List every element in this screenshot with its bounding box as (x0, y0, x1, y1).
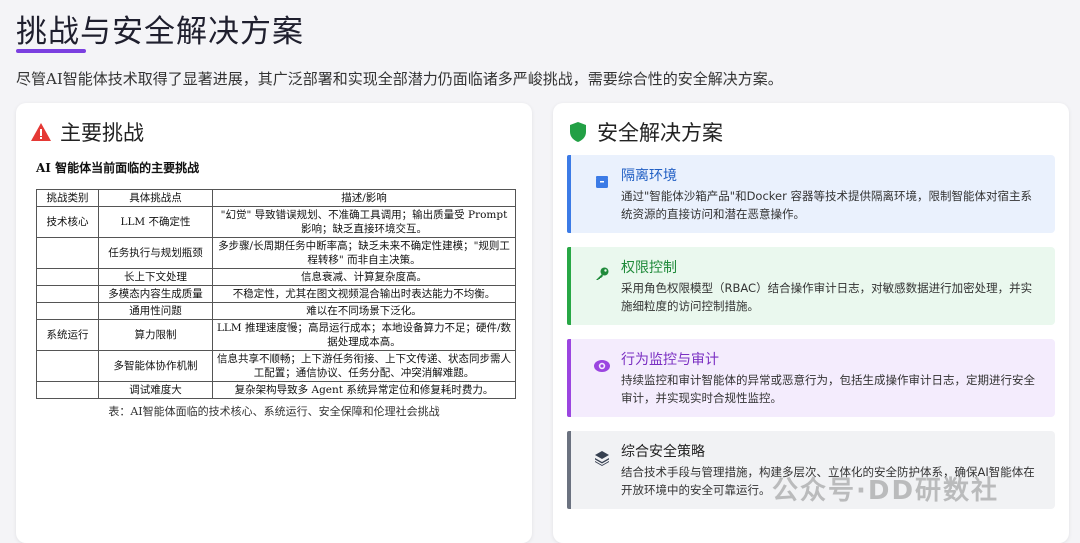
solution-title: 综合安全策略 (621, 444, 705, 460)
solution-isolation: 隔离环境 通过"智能体沙箱产品"和Docker 容器等技术提供隔离环境，限制智能… (567, 155, 1055, 233)
desc-cell: LLM 推理速度慢；高昂运行成本；本地设备算力不足；硬件/数据处理成本高。 (212, 319, 516, 351)
category-cell (36, 268, 99, 286)
shield-icon (567, 121, 589, 143)
solution-permission: 权限控制 采用角色权限模型（RBAC）结合操作审计日志，对敏感数据进行加密处理，… (567, 247, 1055, 325)
challenges-heading: 主要挑战 (60, 121, 144, 145)
solution-monitoring: 行为监控与审计 持续监控和审计智能体的异常或恶意行为，包括生成操作审计日志，定期… (567, 339, 1055, 417)
table-header-row: 挑战类别 具体挑战点 描述/影响 (36, 189, 516, 207)
challenges-card: 主要挑战 AI 智能体当前面临的主要挑战 挑战类别 具体挑战点 描述/影响 技术… (16, 103, 532, 543)
key-icon (589, 261, 615, 287)
category-cell (36, 237, 99, 269)
desc-cell: 信息共享不顺畅；上下游任务衔接、上下文传递、状态同步需人工配置；通信协议、任务分… (212, 350, 516, 382)
category-cell (36, 350, 99, 382)
table-row: 多模态内容生成质量 不稳定性，尤其在图文视频混合输出时表达能力不均衡。 (36, 285, 516, 303)
table-row: 长上下文处理 信息衰减、计算复杂度高。 (36, 268, 516, 286)
box-icon (589, 169, 615, 195)
point-cell: LLM 不确定性 (98, 206, 213, 238)
solution-title: 隔离环境 (621, 168, 677, 184)
point-cell: 任务执行与规划瓶颈 (98, 237, 213, 269)
table-row: 技术核心 LLM 不确定性 "幻觉" 导致错误规划、不准确工具调用；输出质量受 … (36, 206, 516, 238)
category-cell (36, 285, 99, 303)
point-cell: 算力限制 (98, 319, 213, 351)
page-title: 挑战与安全解决方案 (16, 14, 304, 50)
watermark: 公众号·DD研数社 (772, 476, 1000, 506)
solution-title: 权限控制 (621, 260, 677, 276)
table-row: 通用性问题 难以在不同场景下泛化。 (36, 302, 516, 320)
category-cell: 技术核心 (36, 206, 99, 238)
desc-cell: 不稳定性，尤其在图文视频混合输出时表达能力不均衡。 (212, 285, 516, 303)
solution-desc: 通过"智能体沙箱产品"和Docker 容器等技术提供隔离环境，限制智能体对宿主系… (621, 189, 1032, 221)
solution-title: 行为监控与审计 (621, 352, 719, 368)
column-header: 挑战类别 (36, 189, 99, 207)
solution-desc: 持续监控和审计智能体的异常或恶意行为，包括生成操作审计日志，定期进行安全审计，并… (621, 373, 1035, 405)
desc-cell: 多步骤/长周期任务中断率高；缺乏未来不确定性建模；"规则工程转移" 而非自主决策… (212, 237, 516, 269)
point-cell: 多智能体协作机制 (98, 350, 213, 382)
challenges-table: 挑战类别 具体挑战点 描述/影响 技术核心 LLM 不确定性 "幻觉" 导致错误… (36, 189, 516, 399)
table-row: 任务执行与规划瓶颈 多步骤/长周期任务中断率高；缺乏未来不确定性建模；"规则工程… (36, 237, 516, 269)
intro-text: 尽管AI智能体技术取得了显著进展，其广泛部署和实现全部潜力仍面临诸多严峻挑战，需… (16, 70, 783, 88)
column-header: 描述/影响 (212, 189, 516, 207)
desc-cell: 难以在不同场景下泛化。 (212, 302, 516, 320)
table-row: 多智能体协作机制 信息共享不顺畅；上下游任务衔接、上下文传递、状态同步需人工配置… (36, 350, 516, 382)
table-row: 调试难度大 复杂架构导致多 Agent 系统异常定位和修复耗时费力。 (36, 381, 516, 399)
layers-icon (589, 445, 615, 471)
desc-cell: "幻觉" 导致错误规划、不准确工具调用；输出质量受 Prompt 影响；缺乏直接… (212, 206, 516, 238)
desc-cell: 信息衰减、计算复杂度高。 (212, 268, 516, 286)
column-header: 具体挑战点 (98, 189, 213, 207)
point-cell: 长上下文处理 (98, 268, 213, 286)
point-cell: 通用性问题 (98, 302, 213, 320)
eye-icon (589, 353, 615, 379)
table-row: 系统运行 算力限制 LLM 推理速度慢；高昂运行成本；本地设备算力不足；硬件/数… (36, 319, 516, 351)
desc-cell: 复杂架构导致多 Agent 系统异常定位和修复耗时费力。 (212, 381, 516, 399)
point-cell: 调试难度大 (98, 381, 213, 399)
warning-icon (30, 121, 52, 143)
point-cell: 多模态内容生成质量 (98, 285, 213, 303)
figure-title: AI 智能体当前面临的主要挑战 (36, 161, 200, 175)
solution-desc: 采用角色权限模型（RBAC）结合操作审计日志，对敏感数据进行加密处理，并实施细粒… (621, 281, 1033, 313)
title-underline (16, 49, 86, 53)
category-cell: 系统运行 (36, 319, 99, 351)
category-cell (36, 381, 99, 399)
table-caption: 表：AI智能体面临的技术核心、系统运行、安全保障和伦理社会挑战 (108, 405, 440, 418)
solutions-heading: 安全解决方案 (597, 121, 723, 145)
category-cell (36, 302, 99, 320)
